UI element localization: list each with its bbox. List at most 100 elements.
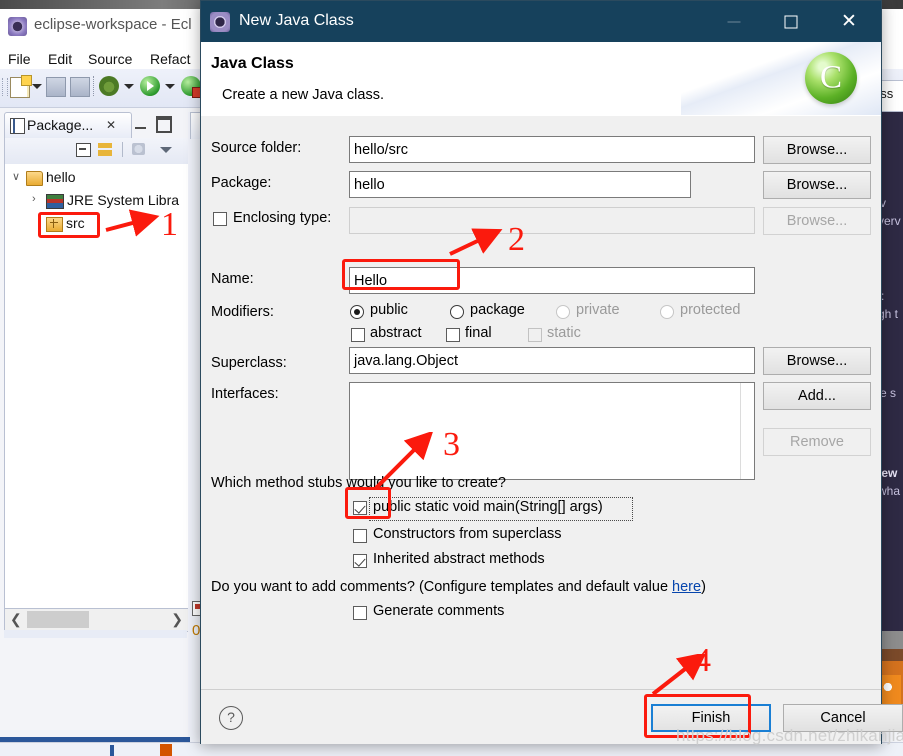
taskbar-strip (0, 742, 903, 756)
dialog-footer: ? Finish Cancel (201, 689, 903, 744)
stub-label-main-method: public static void main(String[] args) (373, 499, 603, 515)
modifier-label-final: final (465, 325, 492, 341)
modifiers-label: Modifiers: (211, 304, 274, 320)
view-toolbar-separator (122, 142, 123, 157)
configure-templates-link[interactable]: here (672, 579, 701, 595)
eclipse-app-icon (210, 12, 230, 32)
superclass-browse-button[interactable]: Browse... (763, 347, 871, 375)
modifier-radio-private (556, 305, 570, 319)
dialog-body: Source folder: hello/src Browse... Packa… (201, 116, 881, 689)
interfaces-list-scroll-track (740, 383, 741, 479)
welcome-line-5: e s (880, 386, 897, 400)
comments-question: Do you want to add comments? (Configure … (211, 579, 706, 595)
maximize-view-icon[interactable] (156, 116, 172, 133)
collapse-all-icon[interactable] (76, 143, 91, 157)
close-button[interactable]: ✕ (826, 1, 872, 42)
package-label: Package: (211, 175, 272, 191)
package-input[interactable]: hello (349, 171, 691, 198)
interfaces-add-button[interactable]: Add... (763, 382, 871, 410)
tree-expand-arrow-jre[interactable]: › (32, 193, 36, 205)
view-menu-icon[interactable] (160, 147, 172, 153)
minimize-button[interactable] (711, 1, 757, 42)
page-title: Java Class (211, 55, 294, 72)
modifier-label-static: static (547, 325, 581, 341)
modifier-radio-package[interactable] (450, 305, 464, 319)
modifier-radio-public[interactable] (350, 305, 364, 319)
stub-label-inherited-abstract: Inherited abstract methods (373, 551, 545, 567)
menu-file[interactable]: File (8, 51, 31, 67)
modifier-label-protected: protected (680, 302, 741, 318)
enclosing-type-input[interactable] (349, 207, 755, 234)
taskbar-icon-2[interactable] (160, 744, 172, 756)
scrollbar-thumb[interactable] (27, 611, 89, 628)
modifier-checkbox-final[interactable] (446, 328, 460, 342)
package-browse-button[interactable]: Browse... (763, 171, 871, 199)
minimize-view-icon[interactable] (135, 117, 146, 129)
tree-item-hello[interactable]: hello (46, 169, 76, 185)
new-wizard-dropdown-icon[interactable] (32, 84, 42, 89)
source-folder-icon (46, 217, 63, 232)
modifier-radio-protected (660, 305, 674, 319)
project-folder-icon (26, 171, 43, 186)
stub-label-constructors: Constructors from superclass (373, 526, 562, 542)
run-icon[interactable] (140, 76, 160, 96)
interfaces-label: Interfaces: (211, 386, 279, 402)
new-wizard-icon[interactable] (10, 75, 32, 98)
modifier-checkbox-static (528, 328, 542, 342)
method-stubs-question: Which method stubs would you like to cre… (211, 475, 506, 491)
generate-comments-checkbox[interactable] (353, 606, 367, 620)
package-explorer-tree[interactable] (4, 164, 189, 608)
toolbar-separator (93, 76, 94, 96)
debug-dropdown-icon[interactable] (124, 84, 134, 89)
close-icon[interactable]: ✕ (106, 118, 116, 132)
enclosing-type-browse-button: Browse... (763, 207, 871, 235)
run-dropdown-icon[interactable] (165, 84, 175, 89)
scroll-left-icon[interactable]: ❮ (10, 611, 22, 628)
package-explorer-tab-label: Package... (27, 117, 94, 133)
interfaces-list[interactable] (349, 382, 755, 480)
modifier-label-public: public (370, 302, 408, 318)
save-icon[interactable] (46, 77, 66, 97)
package-explorer-bottom-edge (4, 630, 187, 638)
name-input[interactable]: Hello (349, 267, 755, 294)
debug-icon[interactable] (99, 76, 119, 96)
source-folder-browse-button[interactable]: Browse... (763, 136, 871, 164)
package-explorer-hscrollbar[interactable]: ❮ ❯ (4, 608, 189, 632)
modifier-checkbox-abstract[interactable] (351, 328, 365, 342)
dialog-title: New Java Class (239, 12, 354, 29)
focus-on-active-task-icon[interactable] (132, 143, 145, 155)
superclass-input[interactable]: java.lang.Object (349, 347, 755, 374)
stub-checkbox-constructors[interactable] (353, 529, 367, 543)
superclass-label: Superclass: (211, 355, 287, 371)
modifier-label-private: private (576, 302, 620, 318)
tree-expand-arrow-hello[interactable]: ∨ (12, 170, 20, 183)
scroll-right-icon[interactable]: ❯ (171, 611, 183, 628)
enclosing-type-label: Enclosing type: (233, 210, 332, 226)
link-with-editor-icon[interactable] (98, 143, 112, 156)
source-folder-input[interactable]: hello/src (349, 136, 755, 163)
cancel-button[interactable]: Cancel (783, 704, 903, 732)
modifier-label-abstract: abstract (370, 325, 422, 341)
comments-question-prefix: Do you want to add comments? (Configure … (211, 579, 673, 595)
menu-edit[interactable]: Edit (48, 51, 72, 67)
maximize-button[interactable] (768, 1, 814, 42)
tree-item-src[interactable]: src (66, 215, 85, 231)
help-icon[interactable]: ? (219, 706, 243, 730)
menu-refactor[interactable]: Refact (150, 51, 190, 67)
save-all-icon[interactable] (70, 77, 90, 97)
tree-item-jre-system-library[interactable]: JRE System Libra (67, 192, 179, 208)
page-description: Create a new Java class. (222, 87, 384, 103)
dialog-header: Java Class Create a new Java class. (201, 42, 881, 117)
generate-comments-label: Generate comments (373, 603, 505, 619)
finish-button[interactable]: Finish (651, 704, 771, 732)
minimize-icon (727, 21, 741, 22)
toolbar-drag-handle[interactable] (2, 78, 8, 96)
stub-checkbox-inherited-abstract[interactable] (353, 554, 367, 568)
interfaces-remove-button: Remove (763, 428, 871, 456)
enclosing-type-checkbox[interactable] (213, 212, 227, 226)
run-external-tools-icon[interactable] (181, 76, 203, 98)
menu-source[interactable]: Source (88, 51, 132, 67)
taskbar-icon-1[interactable] (110, 745, 114, 756)
package-explorer-icon (10, 118, 25, 134)
stub-checkbox-main-method[interactable] (353, 501, 367, 515)
